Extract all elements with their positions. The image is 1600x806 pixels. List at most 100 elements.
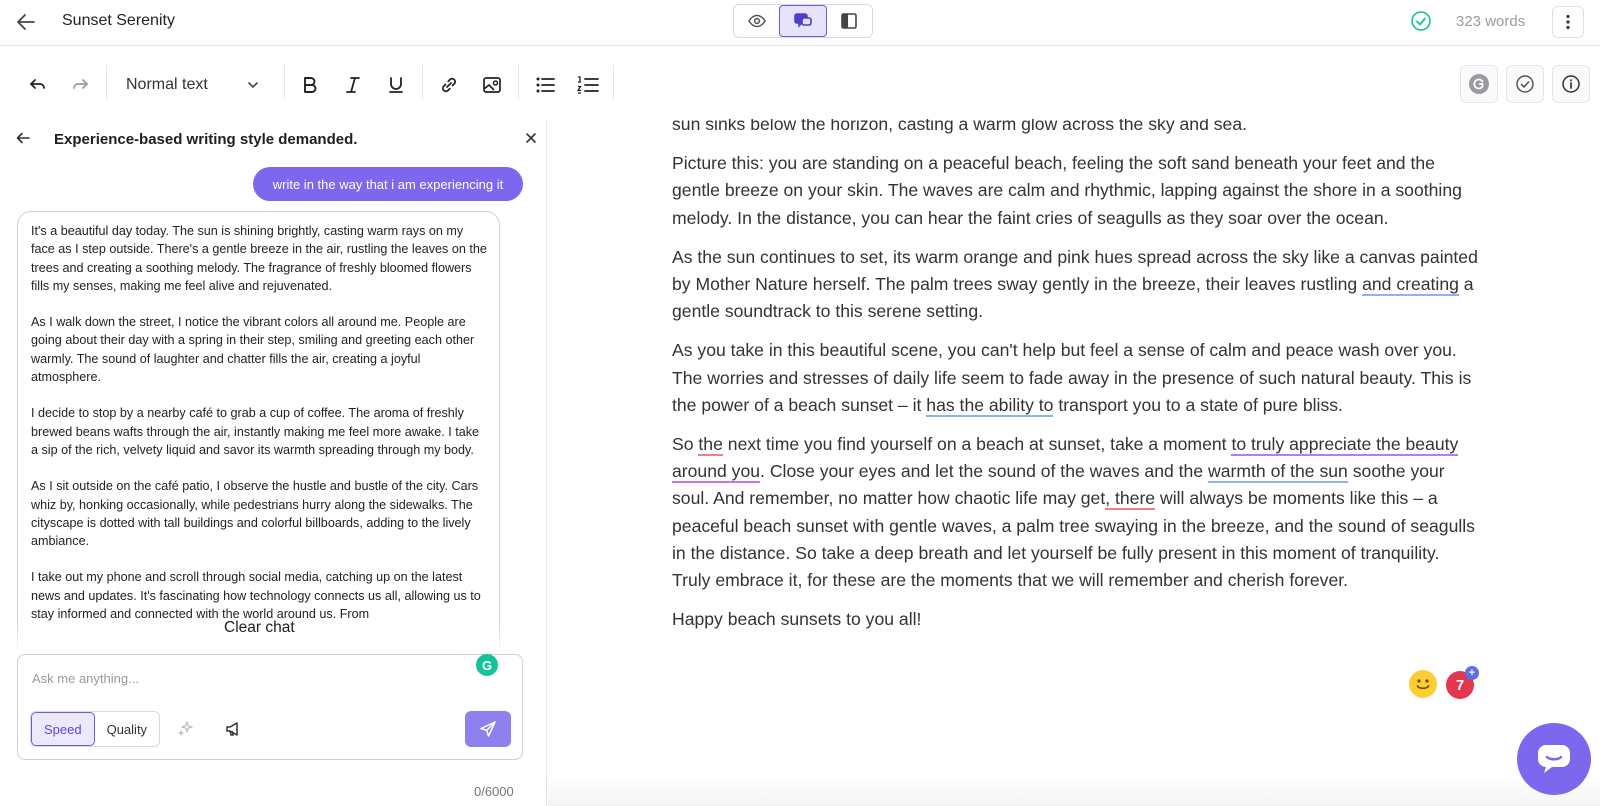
text-run: transport you to a state of pure bliss.	[1053, 394, 1343, 415]
paragraph: As you take in this beautiful scene, you…	[672, 337, 1482, 419]
quality-mode-button[interactable]: Quality	[94, 712, 160, 746]
chat-close-button[interactable]	[520, 127, 542, 149]
paragraph: Happy beach sunsets to you all!	[672, 609, 922, 630]
chat-panel: Experience-based writing style demanded.…	[0, 119, 547, 806]
numbered-list-button[interactable]	[570, 67, 606, 103]
check-circle-icon	[1516, 75, 1534, 93]
bullet-list-icon	[536, 77, 555, 93]
paragraph: Picture this: you are standing on a peac…	[672, 153, 1462, 228]
clear-chat-button[interactable]: Clear chat	[224, 619, 295, 637]
sparkle-icon	[177, 721, 193, 737]
smiley-icon	[1410, 671, 1436, 697]
chat-title: Experience-based writing style demanded.	[54, 131, 358, 148]
assistant-paragraph: As I sit outside on the café patio, I ob…	[31, 479, 479, 549]
correctness-suggestion[interactable]: , there	[1105, 488, 1156, 511]
assistant-paragraph: As I walk down the street, I notice the …	[31, 315, 475, 385]
text-run: As the sun continues to set, its warm or…	[672, 246, 1478, 295]
correctness-suggestion[interactable]: the	[698, 434, 723, 457]
text-run: . Close your eyes and let the sound of t…	[760, 461, 1208, 482]
arrow-left-icon	[16, 132, 30, 144]
link-button[interactable]	[431, 67, 467, 103]
more-options-button[interactable]	[1552, 6, 1584, 38]
grammarly-icon	[1469, 74, 1489, 94]
link-icon	[442, 77, 456, 93]
feedback-button[interactable]	[214, 711, 254, 747]
user-message-bubble: write in the way that i am experiencing …	[253, 167, 523, 201]
sidebar-panel-icon	[841, 13, 858, 29]
paragraph: sun sinks below the horizon, casting a w…	[672, 119, 1248, 134]
arrow-left-icon	[17, 14, 35, 30]
redo-button[interactable]	[62, 67, 98, 103]
support-chat-button[interactable]	[1517, 723, 1591, 795]
chat-icon	[1538, 745, 1570, 773]
text-style-select[interactable]: Normal text	[118, 67, 268, 103]
grammarly-toggle-button[interactable]	[1460, 65, 1498, 103]
formatting-toolbar: Normal text	[0, 47, 1600, 119]
assistant-paragraph: I take out my phone and scroll through s…	[31, 570, 481, 622]
assistant-paragraph: I decide to stop by a nearby café to gra…	[31, 406, 480, 457]
kebab-menu-icon	[1566, 14, 1570, 30]
send-icon	[480, 721, 496, 737]
split-view-button[interactable]	[827, 5, 872, 37]
enhance-prompt-button[interactable]	[166, 711, 206, 747]
top-bar: Sunset Serenity 323 words	[0, 0, 1600, 46]
sync-status	[1410, 10, 1432, 32]
info-icon	[1562, 75, 1580, 93]
italic-button[interactable]	[335, 67, 371, 103]
toolbar-divider	[518, 65, 519, 99]
chat-header: Experience-based writing style demanded.	[0, 119, 547, 161]
character-count: 0/6000	[474, 784, 514, 799]
image-icon	[483, 77, 501, 93]
send-button[interactable]	[465, 711, 511, 747]
paragraph: So the next time you find yourself on a …	[672, 431, 1482, 594]
tone-detector-button[interactable]	[1409, 670, 1437, 698]
document-title[interactable]: Sunset Serenity	[62, 12, 175, 30]
back-button[interactable]	[12, 8, 40, 36]
text-style-value: Normal text	[126, 76, 208, 93]
assistant-response: It's a beautiful day today. The sun is s…	[17, 211, 500, 649]
paragraph: As the sun continues to set, its warm or…	[672, 244, 1482, 326]
chat-input-box: G Speed Quality	[17, 654, 523, 760]
check-circle-icon	[1411, 11, 1431, 31]
underline-icon	[389, 77, 403, 93]
speed-mode-button[interactable]: Speed	[31, 712, 95, 746]
chat-back-button[interactable]	[12, 127, 34, 149]
clarity-suggestion[interactable]: warmth of the sun	[1208, 461, 1348, 484]
text-run: So	[672, 434, 699, 455]
chat-bubbles-icon	[794, 13, 812, 28]
preview-mode-button[interactable]	[734, 5, 779, 37]
toolbar-divider	[422, 65, 423, 99]
numbered-list-icon	[576, 76, 599, 94]
bullet-list-button[interactable]	[527, 67, 563, 103]
eye-icon	[747, 14, 766, 28]
document-editor[interactable]: sun sinks below the horizon, casting a w…	[548, 119, 1600, 806]
redo-icon	[73, 79, 88, 89]
grammarly-badge-icon[interactable]: G	[476, 654, 498, 676]
info-button[interactable]	[1552, 65, 1590, 103]
undo-icon	[30, 79, 45, 89]
word-count[interactable]: 323 words	[1456, 13, 1525, 30]
bold-icon	[304, 77, 317, 93]
toolbar-divider	[613, 65, 614, 99]
toolbar-divider	[106, 65, 107, 99]
underline-button[interactable]	[378, 67, 414, 103]
issues-plus-badge: +	[1465, 666, 1479, 680]
ask-input[interactable]	[32, 667, 452, 689]
chat-mode-button[interactable]	[779, 5, 827, 37]
bold-button[interactable]	[292, 67, 328, 103]
italic-icon	[346, 77, 360, 93]
megaphone-icon	[226, 722, 238, 736]
clarity-suggestion[interactable]: has the ability to	[926, 394, 1054, 417]
undo-button[interactable]	[20, 67, 56, 103]
toolbar-divider	[284, 65, 285, 99]
insert-image-button[interactable]	[474, 67, 510, 103]
close-icon	[526, 133, 536, 143]
view-mode-switcher	[733, 4, 873, 38]
assistant-paragraph: It's a beautiful day today. The sun is s…	[31, 224, 487, 293]
editor-bottom-fade	[548, 776, 1600, 806]
editor-content[interactable]: sun sinks below the horizon, casting a w…	[672, 119, 1482, 645]
clarity-suggestion[interactable]: and creating	[1362, 274, 1459, 297]
text-run: next time you find yourself on a beach a…	[722, 434, 1232, 455]
check-button[interactable]	[1506, 65, 1544, 103]
chevron-down-icon	[248, 82, 258, 89]
